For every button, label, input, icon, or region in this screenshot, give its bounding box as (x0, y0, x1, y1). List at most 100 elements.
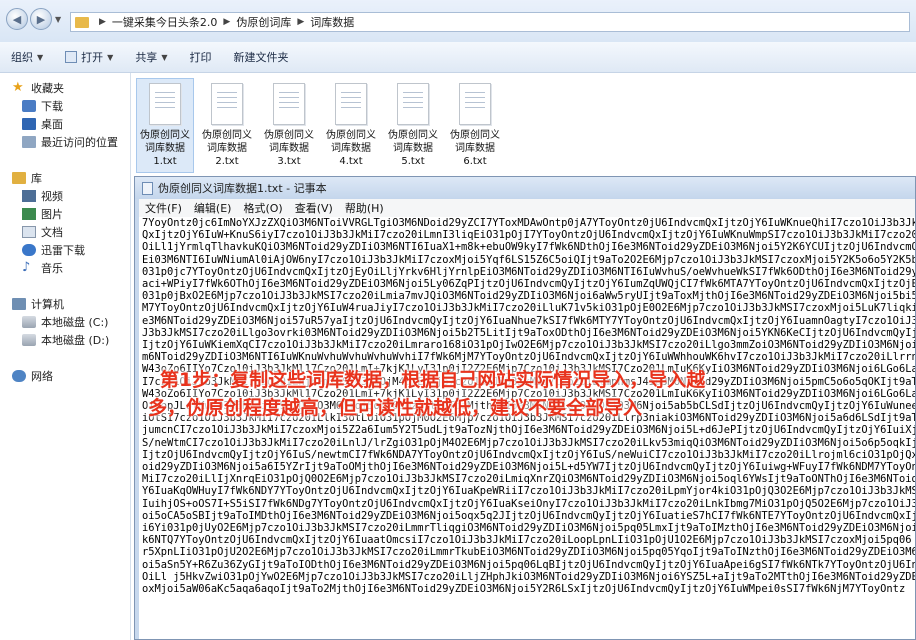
sidebar-item-disk-c[interactable]: 本地磁盘 (C:) (22, 313, 108, 331)
file-list: 伪原创同义 词库数据 1.txt 伪原创同义 词库数据 2.txt 伪原创同义 词库数据 3… (131, 73, 916, 173)
address-bar-area: ◀ ▶ ▼ ▶ 一键采集今日头条2.0 ▶ 伪原创词库 ▶ 词库数据 (0, 0, 916, 42)
hard-disk-icon (22, 316, 36, 328)
history-dropdown-icon[interactable]: ▼ (55, 15, 61, 24)
breadcrumb-item[interactable]: 词库数据 (310, 14, 354, 30)
notepad-icon (65, 51, 78, 63)
text-line: IjtzOjU6IndvcmQyIjtzOjY6IuS/newtmCI7fWk6… (142, 448, 915, 461)
text-line: S/neWtmCI7czo1OiJ3b3JkMiI7czo20iLnlJ/lrZ… (142, 436, 915, 449)
notepad-title-bar[interactable]: 伪原创同义词库数据1.txt - 记事本 (135, 177, 915, 199)
file-name-line: 词库数据 (207, 143, 247, 154)
text-line: e3M6NToid29yZDEiO3M6Njoi57uR57yaIjtzOjU6… (142, 314, 915, 327)
pictures-icon (22, 208, 36, 220)
notepad-text-area[interactable]: 7YoyOntz0jc6ImNoYXJzZXQiO3M6NToiVVRGLTgi… (139, 217, 915, 639)
sidebar-label: 本地磁盘 (D:) (41, 334, 110, 347)
caret-down-icon: ▼ (37, 52, 44, 62)
sidebar-item-recent[interactable]: 最近访问的位置 (22, 133, 118, 151)
text-line: MiI7czo20iLlIjXnrqEiO31pOjQ0O2E6Mjp7czo1… (142, 473, 915, 486)
back-button[interactable]: ◀ (6, 8, 28, 30)
hard-disk-icon (22, 334, 36, 346)
text-line: i6Yi031p0jUyO2E6Mjp7czo1OiJ3b3JkMSI7czo2… (142, 522, 915, 535)
file-name-line: 5.txt (401, 156, 425, 167)
sidebar-item-pictures[interactable]: 图片 (22, 205, 63, 223)
caret-down-icon: ▼ (107, 52, 114, 62)
file-item[interactable]: 伪原创同义 词库数据 3.txt (260, 78, 318, 173)
breadcrumb-item[interactable]: 一键采集今日头条2.0 (112, 14, 218, 30)
sidebar-item-documents[interactable]: 文档 (22, 223, 63, 241)
menu-help[interactable]: 帮助(H) (339, 200, 390, 216)
file-item[interactable]: 伪原创同义 词库数据 1.txt (136, 78, 194, 173)
file-name-line: 词库数据 (393, 143, 433, 154)
text-line: oid29yZDIiO3M6Njoi5a6I5YZrIjt9aToOMjthOj… (142, 461, 915, 474)
text-line: Ei03M6NTI6IuWNiumAl0iAjOW6nyI7czo1OiJ3b3… (142, 253, 915, 266)
sidebar-label: 收藏夹 (31, 82, 64, 95)
file-item[interactable]: 伪原创同义 词库数据 4.txt (322, 78, 380, 173)
new-folder-button[interactable]: 新建文件夹 (222, 49, 299, 65)
menu-file[interactable]: 文件(F) (139, 200, 188, 216)
music-note-icon: ♪ (22, 260, 31, 275)
print-label: 打印 (189, 51, 212, 64)
caret-down-icon: ▼ (161, 52, 168, 62)
sidebar-item-network[interactable]: 网络 (12, 367, 53, 385)
sidebar-label: 最近访问的位置 (41, 136, 118, 149)
video-icon (22, 190, 36, 202)
file-item[interactable]: 伪原创同义词库数据 5.txt (384, 78, 442, 173)
file-name-line: 伪原创同义 (388, 130, 438, 141)
organize-button[interactable]: 组织 ▼ (0, 49, 54, 65)
file-item[interactable]: 伪原创同义 词库数据 2.txt (198, 78, 256, 173)
open-button[interactable]: 打开 ▼ (54, 49, 124, 65)
menu-format[interactable]: 格式(O) (237, 200, 288, 216)
breadcrumb-chevron-icon[interactable]: ▶ (99, 17, 106, 27)
menu-view[interactable]: 查看(V) (289, 200, 339, 216)
thunder-download-icon (22, 244, 36, 256)
file-name-line: 伪原创同义 (326, 130, 376, 141)
sidebar-item-computer[interactable]: 计算机 (12, 295, 64, 313)
text-line: IjtzOjY6IuWKiemXqCI7czo1OiJ3b3JkMiI7czo2… (142, 339, 915, 352)
star-icon: ★ (12, 80, 24, 95)
sidebar-label: 桌面 (41, 118, 63, 131)
notepad-icon (142, 181, 153, 195)
documents-icon (22, 226, 36, 238)
file-name-line: 词库数据 (269, 143, 309, 154)
file-name-line: 伪原创同义 (202, 130, 252, 141)
print-button[interactable]: 打印 (178, 49, 222, 65)
sidebar-item-thunder[interactable]: 迅雷下载 (22, 241, 85, 259)
annotation-line-2: 多，伪原创程度越高，但可读性就越低，建议不要全部导入 (148, 397, 643, 419)
folder-icon (75, 16, 89, 28)
sidebar-label: 文档 (41, 226, 63, 239)
organize-label: 组织 (11, 51, 33, 64)
breadcrumb-chevron-icon[interactable]: ▶ (297, 17, 304, 27)
sidebar-item-library[interactable]: 库 (12, 169, 42, 187)
sidebar-item-video[interactable]: 视频 (22, 187, 63, 205)
library-icon (12, 172, 26, 184)
new-folder-label: 新建文件夹 (233, 51, 289, 64)
file-item[interactable]: 伪原创同义 词库数据 6.txt (446, 78, 504, 173)
sidebar-item-desktop[interactable]: 桌面 (22, 115, 63, 133)
file-name-line: 词库数据 (145, 143, 185, 154)
share-label: 共享 (135, 51, 158, 64)
file-selection: 伪原创同义词库数据 5.txt (384, 78, 442, 173)
text-file-icon (273, 83, 305, 125)
text-line: Y6IuaKqOWHuyI7fWk6NDY7YToyOntzOjU6Indvcm… (142, 485, 915, 498)
sidebar-item-downloads[interactable]: 下载 (22, 97, 63, 115)
breadcrumb-item[interactable]: 伪原创词库 (236, 14, 291, 30)
sidebar-label: 图片 (41, 208, 63, 221)
forward-button[interactable]: ▶ (30, 8, 52, 30)
file-selection: 伪原创同义 词库数据 6.txt (446, 78, 504, 173)
downloads-icon (22, 100, 36, 112)
sidebar-item-favorites[interactable]: ★ 收藏夹 (12, 79, 64, 97)
file-selection: 伪原创同义 词库数据 1.txt (136, 78, 194, 173)
sidebar-label: 库 (31, 172, 42, 185)
address-breadcrumb[interactable]: ▶ 一键采集今日头条2.0 ▶ 伪原创词库 ▶ 词库数据 (70, 12, 910, 32)
sidebar-item-disk-d[interactable]: 本地磁盘 (D:) (22, 331, 109, 349)
text-line: oxMjoi5aW06aKc5aqa6aqoIjt9aTo2MjthOjI6e3… (142, 583, 906, 596)
sidebar-item-music[interactable]: ♪ 音乐 (22, 259, 63, 277)
file-name-line: 伪原创同义 (450, 130, 500, 141)
share-button[interactable]: 共享 ▼ (124, 49, 178, 65)
computer-icon (12, 298, 26, 310)
text-line: k6NTQ7YToyOntzOjU6IndvcmQxIjtzOjY6IuaatO… (142, 534, 912, 547)
text-line: 031p0jBxO2E6Mjp7czo1OiJ3b3JkMSI7czo20iLm… (142, 290, 915, 303)
menu-edit[interactable]: 编辑(E) (188, 200, 238, 216)
breadcrumb-chevron-icon[interactable]: ▶ (223, 17, 230, 27)
text-line: J3b3JkMSI7czo20iLlgo3ovrki03M6NToid29yZD… (142, 326, 915, 339)
text-file-icon (211, 83, 243, 125)
